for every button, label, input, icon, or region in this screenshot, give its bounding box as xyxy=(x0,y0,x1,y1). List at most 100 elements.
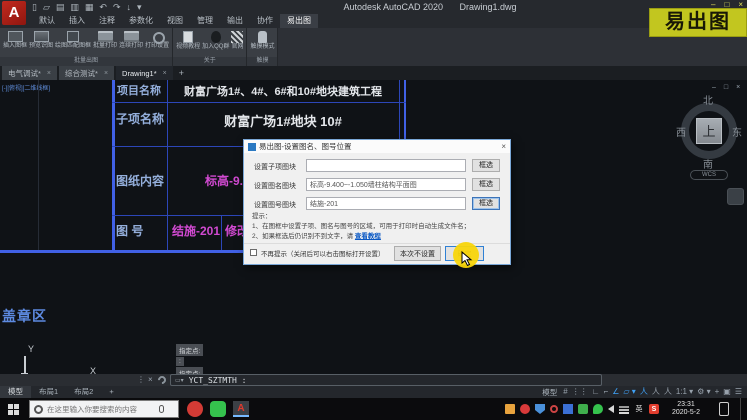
skip-button[interactable]: 本次不设置 xyxy=(394,246,441,261)
red-dot-icon[interactable] xyxy=(520,404,530,414)
ribbon-button[interactable]: 预览识图 xyxy=(28,29,54,50)
file-tab[interactable]: 综合测试* × xyxy=(59,66,114,80)
autocad-app-icon[interactable]: A xyxy=(233,401,249,417)
viewcube-north[interactable]: 北 xyxy=(703,92,713,107)
command-input[interactable]: ▭▾ YCT_SZTMTH : xyxy=(170,374,602,386)
new-tab-button[interactable]: + xyxy=(175,66,188,80)
network-icon[interactable] xyxy=(619,404,629,414)
annotation-scale-icon[interactable]: 人 xyxy=(664,386,672,398)
restore-icon[interactable]: □ xyxy=(724,84,728,91)
red-app-icon[interactable] xyxy=(187,401,203,417)
redo-icon[interactable]: ↷ xyxy=(113,1,121,13)
start-button[interactable] xyxy=(8,404,19,415)
autocad-logo-button[interactable]: A xyxy=(2,1,26,25)
open-file-icon[interactable]: ▱ xyxy=(43,1,50,13)
block-value-field[interactable] xyxy=(306,197,466,210)
clean-screen-icon[interactable]: ▣ xyxy=(723,386,731,398)
ime-icon[interactable]: 英 xyxy=(634,404,644,414)
ribbon-button[interactable]: 绘图匹配图框 xyxy=(54,29,92,50)
qat-dropdown-icon[interactable]: ▾ xyxy=(137,1,142,13)
model-space-label[interactable]: 模型 xyxy=(542,387,557,398)
ribbon-button[interactable]: 官网 xyxy=(230,29,244,51)
layout-tab[interactable]: 布局1 xyxy=(31,386,66,398)
wcs-dropdown[interactable]: WCS xyxy=(690,170,728,180)
file-tab-close-icon[interactable]: × xyxy=(163,70,167,77)
ribbon-tab[interactable]: 默认 xyxy=(32,14,62,28)
file-tab-close-icon[interactable]: × xyxy=(104,70,108,77)
wechat-tray-icon[interactable] xyxy=(593,404,603,414)
ribbon-tab[interactable]: 参数化 xyxy=(122,14,160,28)
block-value-field[interactable] xyxy=(306,159,466,172)
osnap-icon[interactable]: ▱ ▾ xyxy=(623,386,635,398)
ribbon-tab[interactable]: 协作 xyxy=(250,14,280,28)
ribbon-tab[interactable]: 插入 xyxy=(62,14,92,28)
ribbon-tab[interactable]: 易出图 xyxy=(280,14,318,28)
annotation-monitor-icon[interactable]: + xyxy=(715,386,720,398)
taskbar-clock[interactable]: 23:31 2020-5-2 xyxy=(664,401,708,417)
annotation-autoscale-icon[interactable]: 人 xyxy=(652,386,660,398)
green-app-tray-icon[interactable] xyxy=(578,404,588,414)
navigation-bar[interactable] xyxy=(727,188,744,205)
minimize-icon[interactable]: – xyxy=(711,0,715,9)
viewcube-south[interactable]: 南 xyxy=(703,156,713,171)
plugin-badge[interactable]: 易出图 xyxy=(649,8,747,37)
new-file-icon[interactable]: ▯ xyxy=(32,1,37,13)
layout-tab[interactable]: + xyxy=(101,386,121,398)
viewcube-top-face[interactable]: 上 xyxy=(696,118,722,144)
ribbon-button[interactable]: 视频教程 xyxy=(175,29,201,51)
ribbon-button[interactable]: 触摸模式 xyxy=(249,29,275,51)
ribbon-tab[interactable]: 输出 xyxy=(220,14,250,28)
blue-app-tray-icon[interactable] xyxy=(563,404,573,414)
viewcube-west[interactable]: 西 xyxy=(676,124,686,139)
viewcube-east[interactable]: 东 xyxy=(732,124,742,139)
search-tray-icon[interactable] xyxy=(550,405,558,413)
phone-link-icon[interactable] xyxy=(719,402,729,416)
frame-select-button[interactable]: 框选 xyxy=(472,197,500,210)
customize-icon[interactable]: ☰ xyxy=(735,386,742,398)
layout-tab[interactable]: 模型 xyxy=(0,386,31,398)
wechat-app-icon[interactable] xyxy=(210,401,226,417)
ribbon-button[interactable]: 连续打印 xyxy=(118,29,144,50)
file-tab[interactable]: Drawing1* × xyxy=(116,66,173,80)
folder-icon[interactable] xyxy=(505,404,515,414)
speaker-icon[interactable] xyxy=(608,405,614,413)
ribbon-button[interactable]: 插入图框 xyxy=(2,29,28,50)
tutorial-link[interactable]: 查看教程 xyxy=(355,233,381,240)
layout-tab[interactable]: 布局2 xyxy=(66,386,101,398)
polar-tracking-icon[interactable]: ∠ xyxy=(612,386,619,398)
show-desktop-button[interactable] xyxy=(740,398,743,420)
file-tab[interactable]: 电气调试* × xyxy=(2,66,57,80)
sogou-icon[interactable]: S xyxy=(649,404,659,414)
microphone-icon[interactable] xyxy=(159,405,164,413)
dynamic-input-icon[interactable]: ∟ xyxy=(592,386,600,398)
dont-remind-checkbox[interactable] xyxy=(250,249,257,256)
annotation-visibility-icon[interactable]: 人 xyxy=(640,386,648,398)
plot-icon[interactable]: ▦ xyxy=(85,1,94,13)
save-as-icon[interactable]: ▥ xyxy=(70,1,79,13)
taskbar-search[interactable] xyxy=(29,400,179,418)
undo-icon[interactable]: ↶ xyxy=(99,1,107,13)
ribbon-tab[interactable]: 注释 xyxy=(92,14,122,28)
dialog-close-icon[interactable]: × xyxy=(501,142,506,151)
save-icon[interactable]: ▤ xyxy=(56,1,65,13)
ribbon-tab[interactable]: 管理 xyxy=(190,14,220,28)
snap-mode-icon[interactable]: ⋮⋮ xyxy=(572,386,588,398)
viewport-controls-label[interactable]: [-][俯视][二维线框] xyxy=(2,83,50,92)
download-icon[interactable]: ↓ xyxy=(127,1,132,13)
ribbon-button[interactable]: 加入QQ群 xyxy=(201,29,230,51)
scale-list-dropdown[interactable]: 1:1 ▾ xyxy=(676,386,693,398)
shield-icon[interactable] xyxy=(535,404,545,414)
maximize-icon[interactable]: □ xyxy=(724,0,729,9)
dialog-title-bar[interactable]: 易出图-设置图名、图号位置 × xyxy=(244,140,510,153)
command-close-icon[interactable]: × xyxy=(148,375,153,384)
ribbon-button[interactable]: 打印设置 xyxy=(144,29,170,50)
command-wrench-icon[interactable] xyxy=(156,374,167,385)
file-tab-close-icon[interactable]: × xyxy=(47,70,51,77)
close-icon[interactable]: × xyxy=(738,0,743,9)
frame-select-button[interactable]: 框选 xyxy=(472,178,500,191)
search-input[interactable] xyxy=(47,405,155,414)
ortho-icon[interactable]: ⌐ xyxy=(604,386,609,398)
block-value-field[interactable] xyxy=(306,178,466,191)
command-prompt-icon[interactable]: ▭▾ xyxy=(175,377,184,384)
ribbon-tab[interactable]: 视图 xyxy=(160,14,190,28)
